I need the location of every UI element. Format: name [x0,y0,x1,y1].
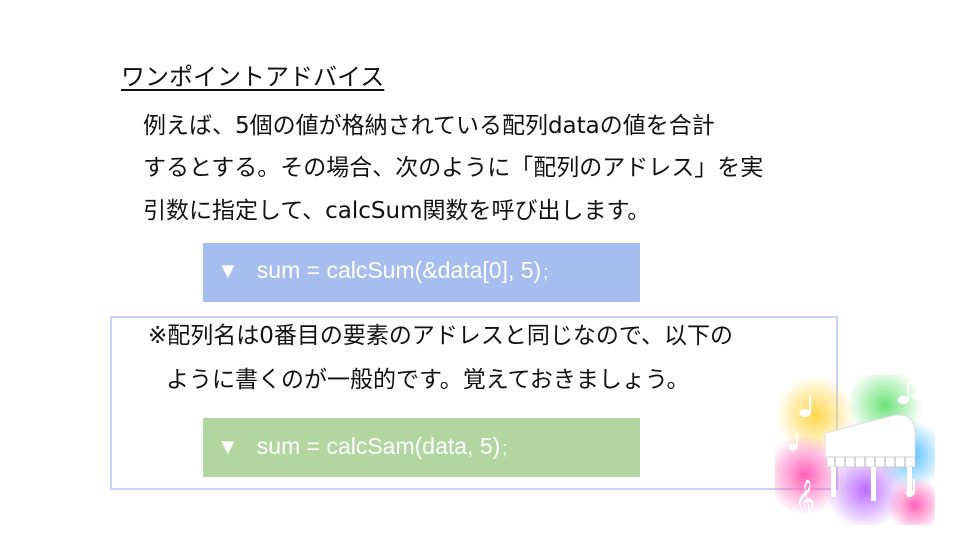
paragraph-line-2: するとする。その場合、次のように「配列のアドレス」を実 [143,155,764,181]
svg-text:𝄞: 𝄞 [795,479,815,520]
code-text: sum = calcSam(data, 5) [256,433,501,459]
paragraph-line-1: 例えば、5個の値が格納されている配列dataの値を合計 [143,113,715,139]
triangle-marker-icon: ▼ [217,258,239,283]
code-semicolon: ; [543,262,549,282]
slide-heading: ワンポイントアドバイス [121,63,385,91]
code-example-array-name: ▼ sum = calcSam(data, 5); [203,418,640,477]
note-line-1: ※配列名は0番目の要素のアドレスと同じなので、以下の [148,323,733,349]
note-line-2: ように書くのが一般的です。覚えておきましょう。 [166,367,690,393]
code-semicolon: ; [502,438,508,458]
rainbow-piano-icon: 𝄞 [775,375,935,525]
paragraph-line-3: 引数に指定して、calcSum関数を呼び出します。 [143,198,651,224]
triangle-marker-icon: ▼ [217,434,239,459]
code-text: sum = calcSum(&data[0], 5) [256,257,542,283]
code-example-address: ▼ sum = calcSum(&data[0], 5); [203,243,640,302]
